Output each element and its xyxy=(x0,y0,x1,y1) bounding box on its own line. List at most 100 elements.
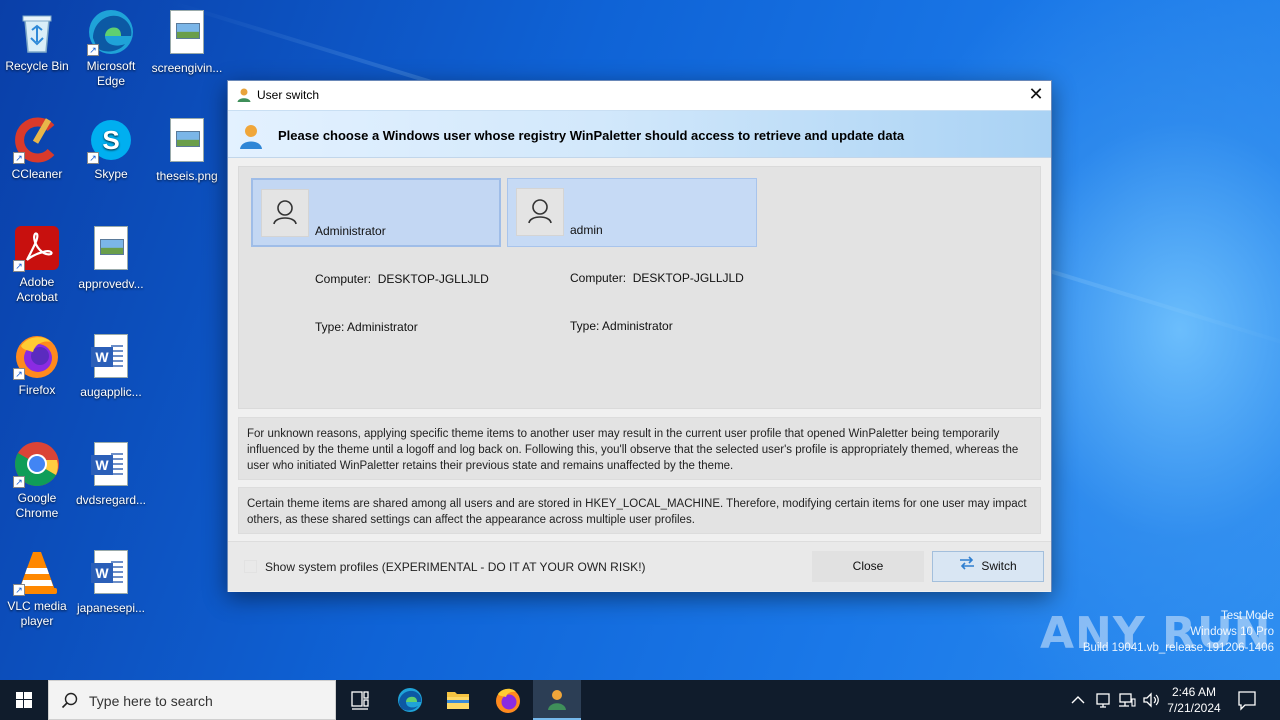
user-computer: Computer: DESKTOP-JGLLJLD xyxy=(570,271,744,285)
shortcut-arrow-icon: ↗ xyxy=(13,260,25,272)
desktop-icon-dvdsregard[interactable]: W dvdsregard... xyxy=(74,440,148,508)
shortcut-arrow-icon: ↗ xyxy=(87,152,99,164)
desktop-icon-ccleaner[interactable]: ↗ CCleaner xyxy=(0,116,74,182)
desktop-icon-google-chrome[interactable]: ↗ Google Chrome xyxy=(0,440,74,521)
desktop-icon-label: Recycle Bin xyxy=(5,59,69,73)
close-icon[interactable]: ✕ xyxy=(1021,81,1051,110)
user-switch-dialog: User switch ✕ Please choose a Windows us… xyxy=(227,80,1052,592)
desktop-icon-label: Adobe Acrobat xyxy=(16,275,58,304)
avatar xyxy=(516,188,564,236)
desktop-icon-recycle-bin[interactable]: Recycle Bin xyxy=(0,8,74,74)
desktop-icon-label: Microsoft Edge xyxy=(86,59,136,88)
user-computer: Computer: DESKTOP-JGLLJLD xyxy=(315,272,489,286)
switch-arrows-icon xyxy=(959,552,975,581)
dialog-header: Please choose a Windows user whose regis… xyxy=(228,110,1051,158)
word-doc-icon: W xyxy=(87,442,135,490)
notification-center-icon[interactable] xyxy=(1236,689,1258,711)
desktop-icon-theseis[interactable]: theseis.png xyxy=(150,116,224,184)
desktop-icon-approvedv[interactable]: approvedv... xyxy=(74,224,148,292)
dialog-body: Administrator Computer: DESKTOP-JGLLJLD … xyxy=(228,158,1051,592)
svg-text:S: S xyxy=(102,125,119,155)
firefox-icon: ↗ xyxy=(13,332,61,380)
winpaletter-user-icon xyxy=(236,87,252,103)
desktop-icon-label: theseis.png xyxy=(156,169,218,183)
taskbar-search-box[interactable]: Type here to search xyxy=(48,680,336,720)
taskbar-firefox[interactable] xyxy=(484,680,532,720)
note-temporary-influence: For unknown reasons, applying specific t… xyxy=(238,417,1041,480)
network-icon[interactable] xyxy=(1117,690,1137,710)
user-info: admin Computer: DESKTOP-JGLLJLD Type: Ad… xyxy=(570,190,744,366)
image-file-icon xyxy=(163,118,211,166)
dialog-footer: Show system profiles (EXPERIMENTAL - DO … xyxy=(228,541,1051,591)
desktop-icon-augapplic[interactable]: W augapplic... xyxy=(74,332,148,400)
desktop-icon-label: approvedv... xyxy=(78,277,144,291)
desktop-icon-label: CCleaner xyxy=(11,167,63,181)
user-card-administrator[interactable]: Administrator Computer: DESKTOP-JGLLJLD … xyxy=(251,178,501,334)
shortcut-arrow-icon: ↗ xyxy=(87,44,99,56)
desktop-icon-label: VLC media player xyxy=(7,599,67,628)
windows-logo-icon xyxy=(16,692,32,708)
taskbar-clock[interactable]: 2:46 AM 7/21/2024 xyxy=(1162,684,1226,716)
desktop-icon-skype[interactable]: S ↗ Skype xyxy=(74,116,148,182)
desktop-icon-label: augapplic... xyxy=(80,385,142,399)
desktop-icon-label: dvdsregard... xyxy=(75,493,147,507)
user-info: Administrator Computer: DESKTOP-JGLLJLD … xyxy=(315,191,489,367)
file-explorer-icon xyxy=(447,692,469,709)
switch-button-label: Switch xyxy=(981,559,1017,573)
user-type: Type: Administrator xyxy=(570,319,673,333)
desktop-icon-label: Skype xyxy=(94,167,128,181)
desktop-icon-vlc[interactable]: ↗ VLC media player xyxy=(0,548,74,629)
taskbar-edge[interactable] xyxy=(386,680,434,720)
desktop-icon-label: japanesepi... xyxy=(76,601,146,615)
shortcut-arrow-icon: ↗ xyxy=(13,476,25,488)
image-file-icon xyxy=(87,226,135,274)
ccleaner-icon: ↗ xyxy=(13,116,61,164)
firefox-icon xyxy=(496,688,520,713)
acrobat-icon: ↗ xyxy=(13,224,61,272)
user-type: Type: Administrator xyxy=(315,320,418,334)
taskbar-file-explorer[interactable] xyxy=(434,680,482,720)
winpaletter-icon xyxy=(548,690,566,710)
dialog-titlebar[interactable]: User switch ✕ xyxy=(228,81,1051,110)
search-placeholder: Type here to search xyxy=(89,693,213,709)
shortcut-arrow-icon: ↗ xyxy=(13,368,25,380)
taskbar-winpaletter[interactable] xyxy=(533,680,581,720)
desktop-icon-firefox[interactable]: ↗ Firefox xyxy=(0,332,74,398)
desktop-icon-label: screengivin... xyxy=(151,61,223,75)
word-doc-icon: W xyxy=(87,550,135,598)
desktop-icon-japanesepi[interactable]: W japanesepi... xyxy=(74,548,148,616)
tray-chevron-up-icon[interactable] xyxy=(1068,690,1088,710)
switch-button[interactable]: Switch xyxy=(932,551,1044,582)
shortcut-arrow-icon: ↗ xyxy=(13,152,25,164)
clock-date: 7/21/2024 xyxy=(1167,701,1221,715)
chrome-icon: ↗ xyxy=(13,440,61,488)
dialog-title: User switch xyxy=(257,88,320,102)
note-shared-settings: Certain theme items are shared among all… xyxy=(238,487,1041,534)
edge-icon: ↗ xyxy=(87,8,135,56)
show-system-profiles-label[interactable]: Show system profiles (EXPERIMENTAL - DO … xyxy=(265,560,646,574)
show-system-profiles-checkbox[interactable] xyxy=(244,560,257,573)
desktop-icon-screengivin[interactable]: screengivin... xyxy=(150,8,224,76)
recycle-bin-icon xyxy=(13,8,61,56)
close-button[interactable]: Close xyxy=(812,551,924,582)
desktop-icon-microsoft-edge[interactable]: ↗ Microsoft Edge xyxy=(74,8,148,89)
header-instruction: Please choose a Windows user whose regis… xyxy=(278,128,905,143)
avatar xyxy=(261,189,309,237)
clock-time: 2:46 AM xyxy=(1171,685,1217,699)
edge-icon xyxy=(398,688,422,712)
user-name: Administrator xyxy=(315,224,386,238)
skype-icon: S ↗ xyxy=(87,116,135,164)
task-view-button[interactable] xyxy=(336,680,384,720)
watermark-line2: Windows 10 Pro xyxy=(1190,626,1274,638)
task-view-icon xyxy=(351,691,369,710)
watermark-line1: Test Mode xyxy=(1220,610,1274,622)
start-button[interactable] xyxy=(0,680,48,720)
vlc-icon: ↗ xyxy=(13,548,61,596)
desktop-icon-adobe-acrobat[interactable]: ↗ Adobe Acrobat xyxy=(0,224,74,305)
tray-device-icon[interactable] xyxy=(1093,690,1113,710)
desktop-icon-label: Google Chrome xyxy=(15,491,59,520)
windows-watermark: Test Mode Windows 10 Pro Build 19041.vb_… xyxy=(1083,608,1274,656)
user-list-panel: Administrator Computer: DESKTOP-JGLLJLD … xyxy=(238,166,1041,409)
user-card-admin[interactable]: admin Computer: DESKTOP-JGLLJLD Type: Ad… xyxy=(507,178,757,333)
volume-icon[interactable] xyxy=(1141,690,1161,710)
